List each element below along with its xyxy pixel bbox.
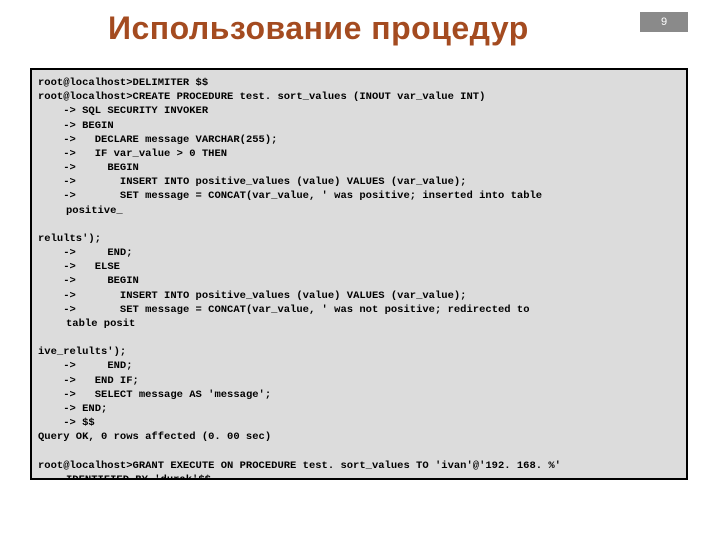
code-line-cont: positive_ [38, 204, 680, 218]
code-line: -> SET message = CONCAT(var_value, ' was… [38, 304, 530, 316]
code-line: root@localhost>DELIMITER $$ [38, 77, 208, 89]
code-line: -> BEGIN [38, 162, 139, 174]
code-line: -> ELSE [38, 261, 120, 273]
code-content: root@localhost>DELIMITER $$ root@localho… [38, 76, 680, 480]
code-line-cont: IDENTIFIED BY 'durak'$$ [38, 473, 680, 480]
code-line: -> IF var_value > 0 THEN [38, 148, 227, 160]
code-line-cont: table posit [38, 317, 680, 331]
code-line: -> END; [38, 247, 133, 259]
code-line: ive_relults'); [38, 346, 126, 358]
page-number-badge: 9 [640, 12, 688, 32]
code-line: relults'); [38, 233, 101, 245]
code-line: -> INSERT INTO positive_values (value) V… [38, 176, 466, 188]
code-line: -> BEGIN [38, 120, 114, 132]
code-line: -> END; [38, 360, 133, 372]
code-line: -> END IF; [38, 375, 139, 387]
code-line: -> END; [38, 403, 107, 415]
slide-title: Использование процедур [108, 10, 529, 47]
code-line: root@localhost>GRANT EXECUTE ON PROCEDUR… [38, 460, 561, 472]
code-line: -> INSERT INTO positive_values (value) V… [38, 290, 466, 302]
code-line: -> $$ [38, 417, 95, 429]
code-line: root@localhost>CREATE PROCEDURE test. so… [38, 91, 485, 103]
code-line: -> BEGIN [38, 275, 139, 287]
slide: Использование процедур 9 root@localhost>… [0, 0, 720, 540]
code-box: root@localhost>DELIMITER $$ root@localho… [30, 68, 688, 480]
code-line: -> SET message = CONCAT(var_value, ' was… [38, 190, 542, 202]
code-line: -> SQL SECURITY INVOKER [38, 105, 208, 117]
code-line: -> DECLARE message VARCHAR(255); [38, 134, 277, 146]
code-line: -> SELECT message AS 'message'; [38, 389, 271, 401]
code-line: Query OK, 0 rows affected (0. 00 sec) [38, 431, 271, 443]
